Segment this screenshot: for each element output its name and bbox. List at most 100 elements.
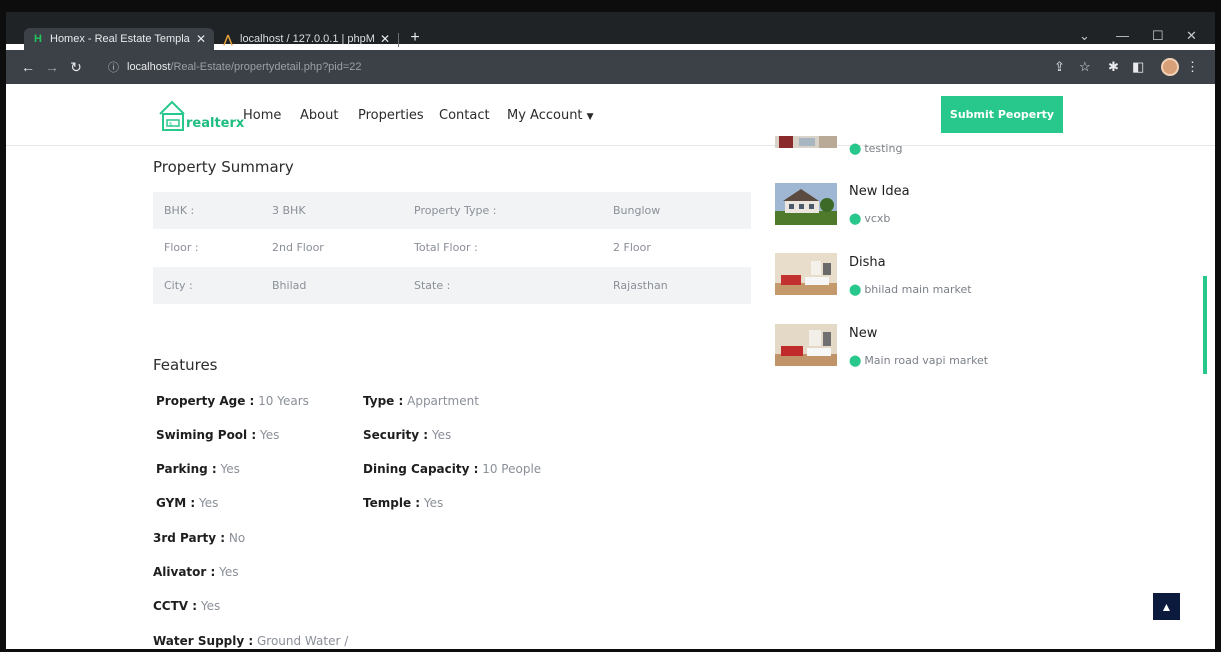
browser-window: H Homex - Real Estate Template ✕ ⋀ local… — [0, 0, 1221, 652]
location-text: bhilad main market — [864, 283, 972, 296]
logo-text[interactable]: realterx — [186, 116, 244, 131]
extensions-icon[interactable]: ✱ — [1108, 59, 1119, 75]
feature-label: Swiming Pool : — [156, 428, 257, 442]
summary-value: 2 Floor — [613, 241, 651, 254]
location-text: vcxb — [864, 212, 891, 225]
summary-value: 2nd Floor — [272, 241, 324, 254]
url-input[interactable]: ⓘ localhost/Real-Estate/propertydetail.p… — [98, 55, 1093, 79]
feature-value: Yes — [197, 599, 221, 613]
tab-bar: H Homex - Real Estate Template ✕ ⋀ local… — [6, 6, 1215, 50]
back-to-top-button[interactable]: ▲ — [1153, 593, 1180, 620]
summary-key: Total Floor : — [414, 241, 478, 254]
feature-label: Security : — [363, 428, 429, 442]
phpmyadmin-favicon-icon: ⋀ — [223, 33, 233, 46]
back-icon[interactable]: ← — [20, 59, 36, 75]
feature-value: 10 Years — [254, 394, 309, 408]
property-thumbnail[interactable] — [775, 253, 837, 295]
features-title: Features — [153, 356, 218, 374]
tab-title: Homex - Real Estate Template — [50, 33, 190, 45]
url-path: /Real-Estate/propertydetail.php?pid=22 — [170, 61, 362, 73]
scrollbar-thumb[interactable] — [1203, 276, 1207, 374]
feature-label: Property Age : — [156, 394, 255, 408]
homex-favicon-icon: H — [34, 33, 42, 45]
submit-property-button[interactable]: Submit Peoperty — [941, 96, 1063, 133]
close-icon[interactable]: ✕ — [380, 32, 390, 46]
tab-phpmyadmin[interactable]: ⋀ localhost / 127.0.0.1 | phpMyAdm ✕ — [214, 28, 398, 50]
property-location: ⬤ vcxb — [849, 212, 890, 225]
tab-homex[interactable]: H Homex - Real Estate Template ✕ — [24, 28, 214, 50]
new-tab-icon[interactable]: + — [406, 29, 424, 47]
svg-text:$: $ — [169, 122, 172, 128]
menu-kebab-icon[interactable]: ⋮ — [1186, 59, 1199, 75]
property-location: ⬤ bhilad main market — [849, 283, 972, 296]
feature-label: Type : — [363, 394, 404, 408]
summary-key: Floor : — [164, 241, 199, 254]
feature-value: Yes — [216, 462, 240, 476]
window-close-icon[interactable]: ✕ — [1186, 28, 1197, 44]
summary-value: 3 BHK — [272, 204, 306, 217]
feature-item: Parking : Yes — [156, 462, 240, 476]
feature-item: Alivator : Yes — [153, 565, 239, 579]
nav-contact[interactable]: Contact — [439, 108, 490, 123]
minimize-icon[interactable]: — — [1116, 28, 1129, 43]
bookmark-star-icon[interactable]: ☆ — [1079, 59, 1091, 75]
feature-value: No — [225, 531, 246, 545]
tab-divider — [398, 33, 399, 47]
feature-item: CCTV : Yes — [153, 599, 220, 613]
property-summary-title: Property Summary — [153, 158, 294, 176]
property-name[interactable]: New — [849, 326, 877, 341]
summary-value: Rajasthan — [613, 279, 668, 292]
address-bar: ← → ↻ ⓘ localhost/Real-Estate/propertyde… — [6, 50, 1215, 84]
tab-title: localhost / 127.0.0.1 | phpMyAdm — [240, 33, 374, 45]
property-name[interactable]: Disha — [849, 255, 886, 270]
summary-key: State : — [414, 279, 451, 292]
tab-search-icon[interactable]: ⌄ — [1079, 28, 1090, 44]
feature-label: Dining Capacity : — [363, 462, 479, 476]
property-thumbnail[interactable] — [775, 324, 837, 366]
map-pin-icon: ⬤ — [849, 212, 862, 225]
feature-item: Dining Capacity : 10 People — [363, 462, 541, 476]
feature-value: 10 People — [478, 462, 542, 476]
map-pin-icon: ⬤ — [849, 283, 862, 296]
property-name[interactable]: New Idea — [849, 184, 910, 199]
reload-icon[interactable]: ↻ — [68, 59, 84, 76]
side-panel-icon[interactable]: ◧ — [1132, 59, 1144, 75]
feature-label: GYM : — [156, 496, 196, 510]
summary-value: Bhilad — [272, 279, 307, 292]
nav-properties[interactable]: Properties — [358, 108, 424, 123]
property-thumbnail[interactable] — [775, 136, 837, 148]
summary-value: Bunglow — [613, 204, 661, 217]
feature-item: Type : Appartment — [363, 394, 479, 408]
nav-about[interactable]: About — [300, 108, 338, 123]
site-info-icon[interactable]: ⓘ — [108, 59, 119, 75]
summary-row: BHK : 3 BHK Property Type : Bunglow — [153, 192, 751, 229]
share-icon[interactable]: ⇪ — [1054, 59, 1065, 75]
summary-key: BHK : — [164, 204, 195, 217]
feature-label: Temple : — [363, 496, 421, 510]
feature-item: 3rd Party : No — [153, 531, 245, 545]
feature-value: Appartment — [403, 394, 479, 408]
feature-label: 3rd Party : — [153, 531, 226, 545]
feature-value: Yes — [420, 496, 444, 510]
nav-home[interactable]: Home — [243, 108, 281, 123]
forward-icon[interactable]: → — [44, 59, 60, 75]
feature-value: Yes — [215, 565, 239, 579]
maximize-icon[interactable]: ☐ — [1152, 28, 1164, 44]
feature-value: Yes — [256, 428, 280, 442]
chevron-up-icon: ▲ — [1160, 599, 1173, 614]
nav-my-account-label: My Account — [507, 108, 583, 123]
nav-my-account[interactable]: My Account ▼ — [507, 108, 594, 123]
property-thumbnail[interactable] — [775, 183, 837, 225]
close-icon[interactable]: ✕ — [196, 32, 206, 46]
feature-item: Swiming Pool : Yes — [156, 428, 279, 442]
map-pin-icon: ⬤ — [849, 354, 862, 367]
summary-row: Floor : 2nd Floor Total Floor : 2 Floor — [153, 229, 751, 266]
feature-label: Alivator : — [153, 565, 216, 579]
site-header: $ realterx Home About Properties Contact… — [6, 84, 1215, 146]
location-text: testing — [864, 142, 903, 155]
feature-label: Parking : — [156, 462, 217, 476]
summary-row: City : Bhilad State : Rajasthan — [153, 267, 751, 304]
profile-avatar[interactable] — [1161, 58, 1179, 76]
feature-value: Ground Water / — [253, 634, 349, 648]
feature-item: Temple : Yes — [363, 496, 443, 510]
